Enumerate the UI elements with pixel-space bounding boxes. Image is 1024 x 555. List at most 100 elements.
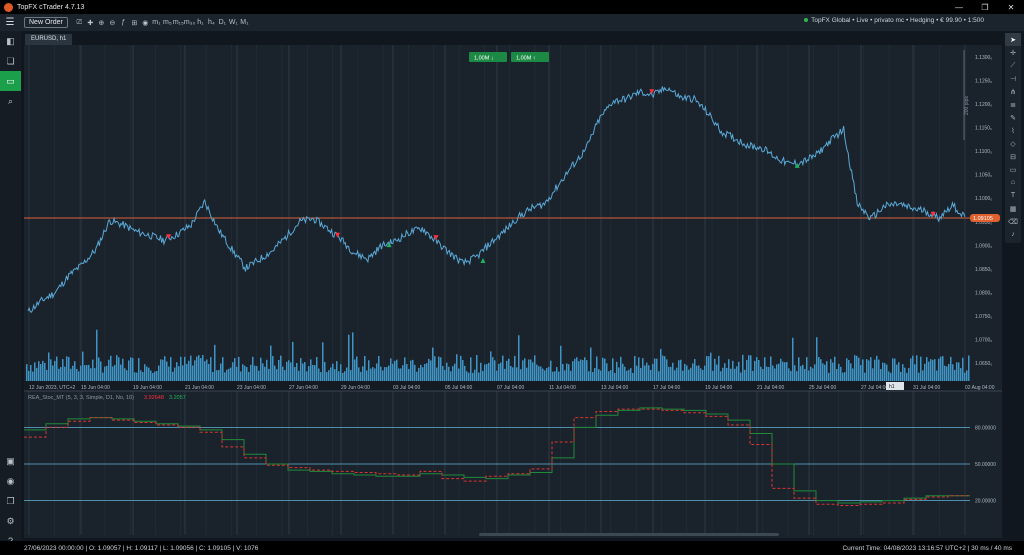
price-axis-label: 1.1200₀ [975, 102, 992, 108]
volume-bar [140, 370, 142, 381]
volume-bar [384, 367, 386, 381]
cursor-icon[interactable]: ➤ [1005, 33, 1021, 46]
trendline-icon[interactable]: ⟋ [1005, 59, 1021, 72]
volume-bar [822, 363, 824, 381]
volume-bar [838, 363, 840, 381]
crosshair-tool-icon[interactable]: ✛ [1005, 46, 1021, 59]
volume-bar [556, 367, 558, 381]
pencil-icon[interactable]: ✎ [1005, 111, 1021, 124]
visibility-icon[interactable]: ◉ [140, 19, 151, 27]
callout-icon[interactable]: ▭ [1005, 163, 1021, 176]
marker-icon[interactable]: ⌂ [1005, 176, 1021, 189]
settings-icon[interactable]: ⚙ [0, 511, 21, 531]
volume-bar [182, 365, 184, 381]
volume-bar [550, 360, 552, 381]
tf-h1[interactable]: h₁ [195, 19, 206, 27]
volume-bar [860, 365, 862, 381]
volume-bar [800, 366, 802, 381]
volume-bar [858, 357, 860, 381]
alert-icon[interactable]: ♪ [1005, 228, 1021, 241]
measure-icon[interactable]: ⊟ [1005, 150, 1021, 163]
zoom-in-icon[interactable]: ⊕ [96, 19, 107, 27]
indicator-value-signal: 3.2057 [169, 395, 186, 401]
volume-bar [164, 356, 166, 381]
close-icon[interactable]: ✕ [998, 0, 1024, 14]
tab-eurusd-h1[interactable]: EURUSD, h1 [25, 34, 73, 45]
volume-bar [826, 361, 828, 381]
volume-bar [28, 370, 30, 381]
volume-bar [744, 369, 746, 381]
volume-bar [310, 359, 312, 381]
trade-icon[interactable]: ▭ [0, 71, 21, 91]
volume-bar [44, 362, 46, 381]
image-icon[interactable]: ▦ [1005, 202, 1021, 215]
copy-icon[interactable]: ❏ [0, 51, 21, 71]
tf-mn1[interactable]: M₁ [239, 19, 250, 27]
tf-m5[interactable]: m₅ [162, 19, 173, 27]
notification-icon[interactable]: ◉ [0, 471, 21, 491]
volume-bar [946, 366, 948, 381]
volume-bar [74, 361, 76, 381]
account-info[interactable]: TopFX Global • Live • privato mc • Hedgi… [804, 17, 984, 24]
brush-icon[interactable]: ⌇ [1005, 124, 1021, 137]
indicators-icon[interactable]: ƒ [118, 19, 129, 27]
maximize-icon[interactable]: ❐ [972, 0, 998, 14]
pitchfork-icon[interactable]: ⋔ [1005, 85, 1021, 98]
volume-bar [170, 357, 172, 381]
price-axis-label: 1.1000₀ [975, 196, 992, 202]
volume-bar [230, 367, 232, 381]
tf-d1[interactable]: D₁ [217, 19, 228, 27]
templates-icon[interactable]: ⊞ [129, 19, 140, 27]
volume-bar [742, 354, 744, 381]
tf-m15[interactable]: m₁₅ [173, 19, 184, 27]
trade-watchlist-icon[interactable]: ◧ [0, 31, 21, 51]
volume-bar [604, 358, 606, 381]
text-icon[interactable]: T [1005, 189, 1021, 202]
volume-bar [700, 368, 702, 381]
volume-bar [148, 367, 150, 381]
volume-bar [664, 356, 666, 381]
new-order-button[interactable]: New Order [24, 17, 68, 28]
volume-bar [720, 371, 722, 381]
time-axis-label: 21 Jul 04:00 [757, 385, 784, 391]
indicator-value-main: 3.92648 [144, 395, 164, 401]
volume-bar [548, 366, 550, 381]
minimize-icon[interactable]: — [946, 0, 972, 14]
volume-bar [846, 358, 848, 381]
volume-bar [680, 359, 682, 381]
volume-bar [764, 357, 766, 381]
volume-bar [596, 356, 598, 381]
windows-icon[interactable]: ❐ [0, 491, 21, 511]
volume-bar [398, 368, 400, 381]
volume-bar [160, 359, 162, 381]
volume-bar [382, 370, 384, 381]
tf-m30[interactable]: m₃₀ [184, 19, 196, 27]
volume-bar [944, 365, 946, 381]
briefcase-icon[interactable]: ▣ [0, 451, 21, 471]
volume-bar [340, 364, 342, 381]
volume-bar [670, 366, 672, 381]
menu-icon[interactable]: ☰ [0, 17, 20, 28]
volume-bar [906, 372, 908, 381]
shapes-icon[interactable]: ◇ [1005, 137, 1021, 150]
volume-bar [276, 369, 278, 381]
volume-bar [380, 366, 382, 381]
horizontal-line-icon[interactable]: ⊣ [1005, 72, 1021, 85]
tf-m1[interactable]: m₁ [151, 19, 162, 27]
zoom-out-icon[interactable]: ⊖ [107, 19, 118, 27]
volume-bar [252, 356, 254, 381]
volume-bar [642, 358, 644, 381]
tf-w1[interactable]: W₁ [228, 19, 239, 27]
volume-bar [272, 355, 274, 381]
chart-type-icon[interactable]: ⎚ [74, 19, 85, 27]
volume-bar [892, 358, 894, 381]
analyze-icon[interactable]: ⌕ [0, 91, 21, 111]
volume-bar [458, 368, 460, 381]
crosshair-icon[interactable]: ✚ [85, 19, 96, 27]
fibonacci-icon[interactable]: ≣ [1005, 98, 1021, 111]
tf-h4[interactable]: h₄ [206, 19, 217, 27]
chart-area[interactable]: 1.1300₀ 1.1250₀ 1.1200₀ 1.1150₀ 1.1100₀ 1.105… [24, 45, 1002, 538]
eraser-icon[interactable]: ⌫ [1005, 215, 1021, 228]
volume-bar [622, 363, 624, 381]
volume-bar [320, 372, 322, 381]
